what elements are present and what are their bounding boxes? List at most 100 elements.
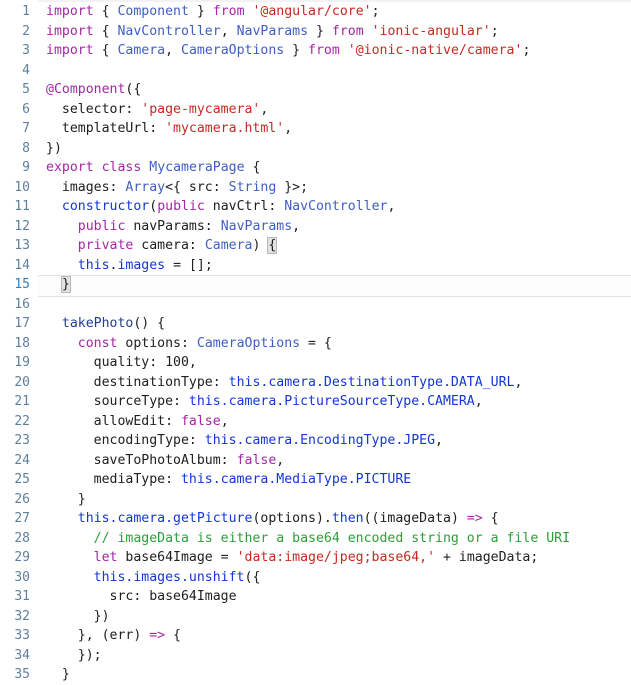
line-content[interactable]: export class MycameraPage {	[30, 158, 631, 178]
code-line[interactable]: 29 let base64Image = 'data:image/jpeg;ba…	[0, 548, 631, 568]
code-line[interactable]: 30 this.images.unshift({	[0, 568, 631, 588]
code-line[interactable]: 20 destinationType: this.camera.Destinat…	[0, 373, 631, 393]
line-content[interactable]: sourceType: this.camera.PictureSourceTyp…	[30, 392, 631, 412]
line-content[interactable]: this.images = [];	[30, 256, 631, 276]
line-content[interactable]: })	[30, 139, 631, 159]
line-number: 9	[22, 160, 30, 175]
line-content[interactable]: @Component({	[30, 80, 631, 100]
line-content[interactable]: import { NavController, NavParams } from…	[30, 22, 631, 42]
line-content[interactable]: saveToPhotoAlbum: false,	[30, 451, 631, 471]
line-content[interactable]: private camera: Camera) {	[30, 236, 631, 256]
line-number: 1	[22, 4, 30, 19]
code-line[interactable]: 3 import { Camera, CameraOptions } from '…	[0, 41, 631, 61]
token-str: 'ionic-angular'	[371, 23, 491, 39]
line-content[interactable]: });	[30, 646, 631, 666]
code-line[interactable]: 4	[0, 61, 631, 81]
line-content[interactable]: let base64Image = 'data:image/jpeg;base6…	[30, 548, 631, 568]
token-type: CameraOptions	[196, 335, 301, 351]
code-line[interactable]: 7 templateUrl: 'mycamera.html',	[0, 119, 631, 139]
code-line[interactable]: 8})	[0, 139, 631, 159]
code-line[interactable]: 33 }, (err) => {	[0, 626, 631, 646]
code-line[interactable]: 34 });	[0, 646, 631, 666]
token-type: CameraOptions	[181, 43, 285, 58]
line-content[interactable]: templateUrl: 'mycamera.html',	[30, 119, 631, 139]
token-kw: const	[77, 335, 118, 351]
line-content[interactable]: public navParams: NavParams,	[30, 217, 631, 237]
token-type: Component	[117, 4, 189, 19]
line-content[interactable]: allowEdit: false,	[30, 412, 631, 432]
token-kw: import	[46, 23, 94, 39]
token-kw: import	[46, 43, 94, 58]
code-line[interactable]: 16	[0, 295, 631, 315]
code-line[interactable]: 22 allowEdit: false,	[0, 412, 631, 432]
token-plain: allowEdit:	[46, 413, 181, 429]
line-number: 29	[14, 550, 30, 565]
line-content[interactable]: this.camera.getPicture(options).then((im…	[30, 509, 631, 529]
line-content[interactable]: quality: 100,	[30, 353, 631, 373]
line-content[interactable]: takePhoto() {	[30, 314, 631, 334]
code-line[interactable]: 15 }	[0, 275, 631, 296]
line-content[interactable]: images: Array<{ src: String }>;	[30, 178, 631, 198]
code-line[interactable]: 25 mediaType: this.camera.MediaType.PICT…	[0, 470, 631, 490]
token-plain: sourceType:	[46, 394, 189, 409]
code-line[interactable]: 35 }	[0, 665, 631, 685]
code-lines-container[interactable]: 1 import { Component } from '@angular/cor…	[0, 2, 631, 685]
line-content[interactable]: import { Camera, CameraOptions } from '@…	[30, 41, 631, 61]
line-number: 31	[14, 589, 30, 604]
code-line[interactable]: 28 // imageData is either a base64 encod…	[0, 529, 631, 549]
line-content[interactable]: src: base64Image	[30, 587, 631, 607]
code-line[interactable]: 5 @Component({	[0, 80, 631, 100]
code-line[interactable]: 26 }	[0, 490, 631, 510]
line-content[interactable]: encodingType: this.camera.EncodingType.J…	[30, 431, 631, 451]
line-content[interactable]: }, (err) => {	[30, 626, 631, 646]
line-number: 24	[14, 452, 30, 468]
token-thisref: this.camera.getPicture	[77, 511, 253, 526]
code-line[interactable]: 32 })	[0, 607, 631, 627]
token-plain: }	[284, 43, 309, 58]
code-line[interactable]: 12 public navParams: NavParams,	[0, 217, 631, 237]
code-line[interactable]: 23 encodingType: this.camera.EncodingTyp…	[0, 431, 631, 451]
line-content[interactable]: }	[30, 490, 631, 510]
code-line[interactable]: 18 const options: CameraOptions = {	[0, 334, 631, 354]
token-plain: {	[93, 4, 118, 19]
code-line[interactable]: 21 sourceType: this.camera.PictureSource…	[0, 392, 631, 412]
code-line[interactable]: 17 takePhoto() {	[0, 314, 631, 334]
code-line[interactable]: 11 constructor(public navCtrl: NavContro…	[0, 197, 631, 217]
code-editor[interactable]: 1 import { Component } from '@angular/cor…	[0, 0, 631, 682]
code-line[interactable]: 19 quality: 100,	[0, 353, 631, 373]
code-line[interactable]: 1 import { Component } from '@angular/cor…	[0, 2, 631, 22]
line-content[interactable]: })	[30, 607, 631, 627]
token-plain: ;	[490, 23, 499, 39]
line-content[interactable]: // imageData is either a base64 encoded …	[30, 529, 631, 549]
token-plain: templateUrl:	[46, 121, 166, 136]
line-content[interactable]: const options: CameraOptions = {	[30, 334, 631, 354]
token-thisref: images	[117, 257, 166, 273]
code-line[interactable]: 27 this.camera.getPicture(options).then(…	[0, 509, 631, 529]
line-content[interactable]: }	[30, 275, 631, 295]
token-str: 'mycamera.html'	[165, 121, 285, 136]
line-content[interactable]: mediaType: this.camera.MediaType.PICTURE	[30, 470, 631, 490]
code-line[interactable]: 24 saveToPhotoAlbum: false,	[0, 451, 631, 471]
line-content[interactable]: selector: 'page-mycamera',	[30, 100, 631, 120]
code-line[interactable]: 2 import { NavController, NavParams } fro…	[0, 22, 631, 42]
line-content[interactable]: destinationType: this.camera.Destination…	[30, 373, 631, 393]
line-number: 5	[22, 82, 30, 97]
line-content[interactable]: this.images.unshift({	[30, 568, 631, 588]
line-number: 3	[22, 43, 30, 58]
token-kw: public	[157, 199, 205, 214]
line-number: 18	[14, 335, 30, 351]
line-content[interactable]: import { Component } from '@angular/core…	[30, 2, 631, 22]
line-content[interactable]: constructor(public navCtrl: NavControlle…	[30, 197, 631, 217]
code-line[interactable]: 31 src: base64Image	[0, 587, 631, 607]
line-content[interactable]: }	[30, 665, 631, 685]
code-line[interactable]: 6 selector: 'page-mycamera',	[0, 100, 631, 120]
token-plain: })	[46, 140, 62, 156]
code-line[interactable]: 14 this.images = [];	[0, 256, 631, 276]
code-line[interactable]: 10 images: Array<{ src: String }>;	[0, 178, 631, 198]
code-line[interactable]: 13 private camera: Camera) {	[0, 236, 631, 256]
line-number: 17	[14, 316, 30, 331]
token-kw: public	[77, 218, 126, 234]
token-plain: quality:	[46, 355, 166, 370]
code-line[interactable]: 9 export class MycameraPage {	[0, 158, 631, 178]
